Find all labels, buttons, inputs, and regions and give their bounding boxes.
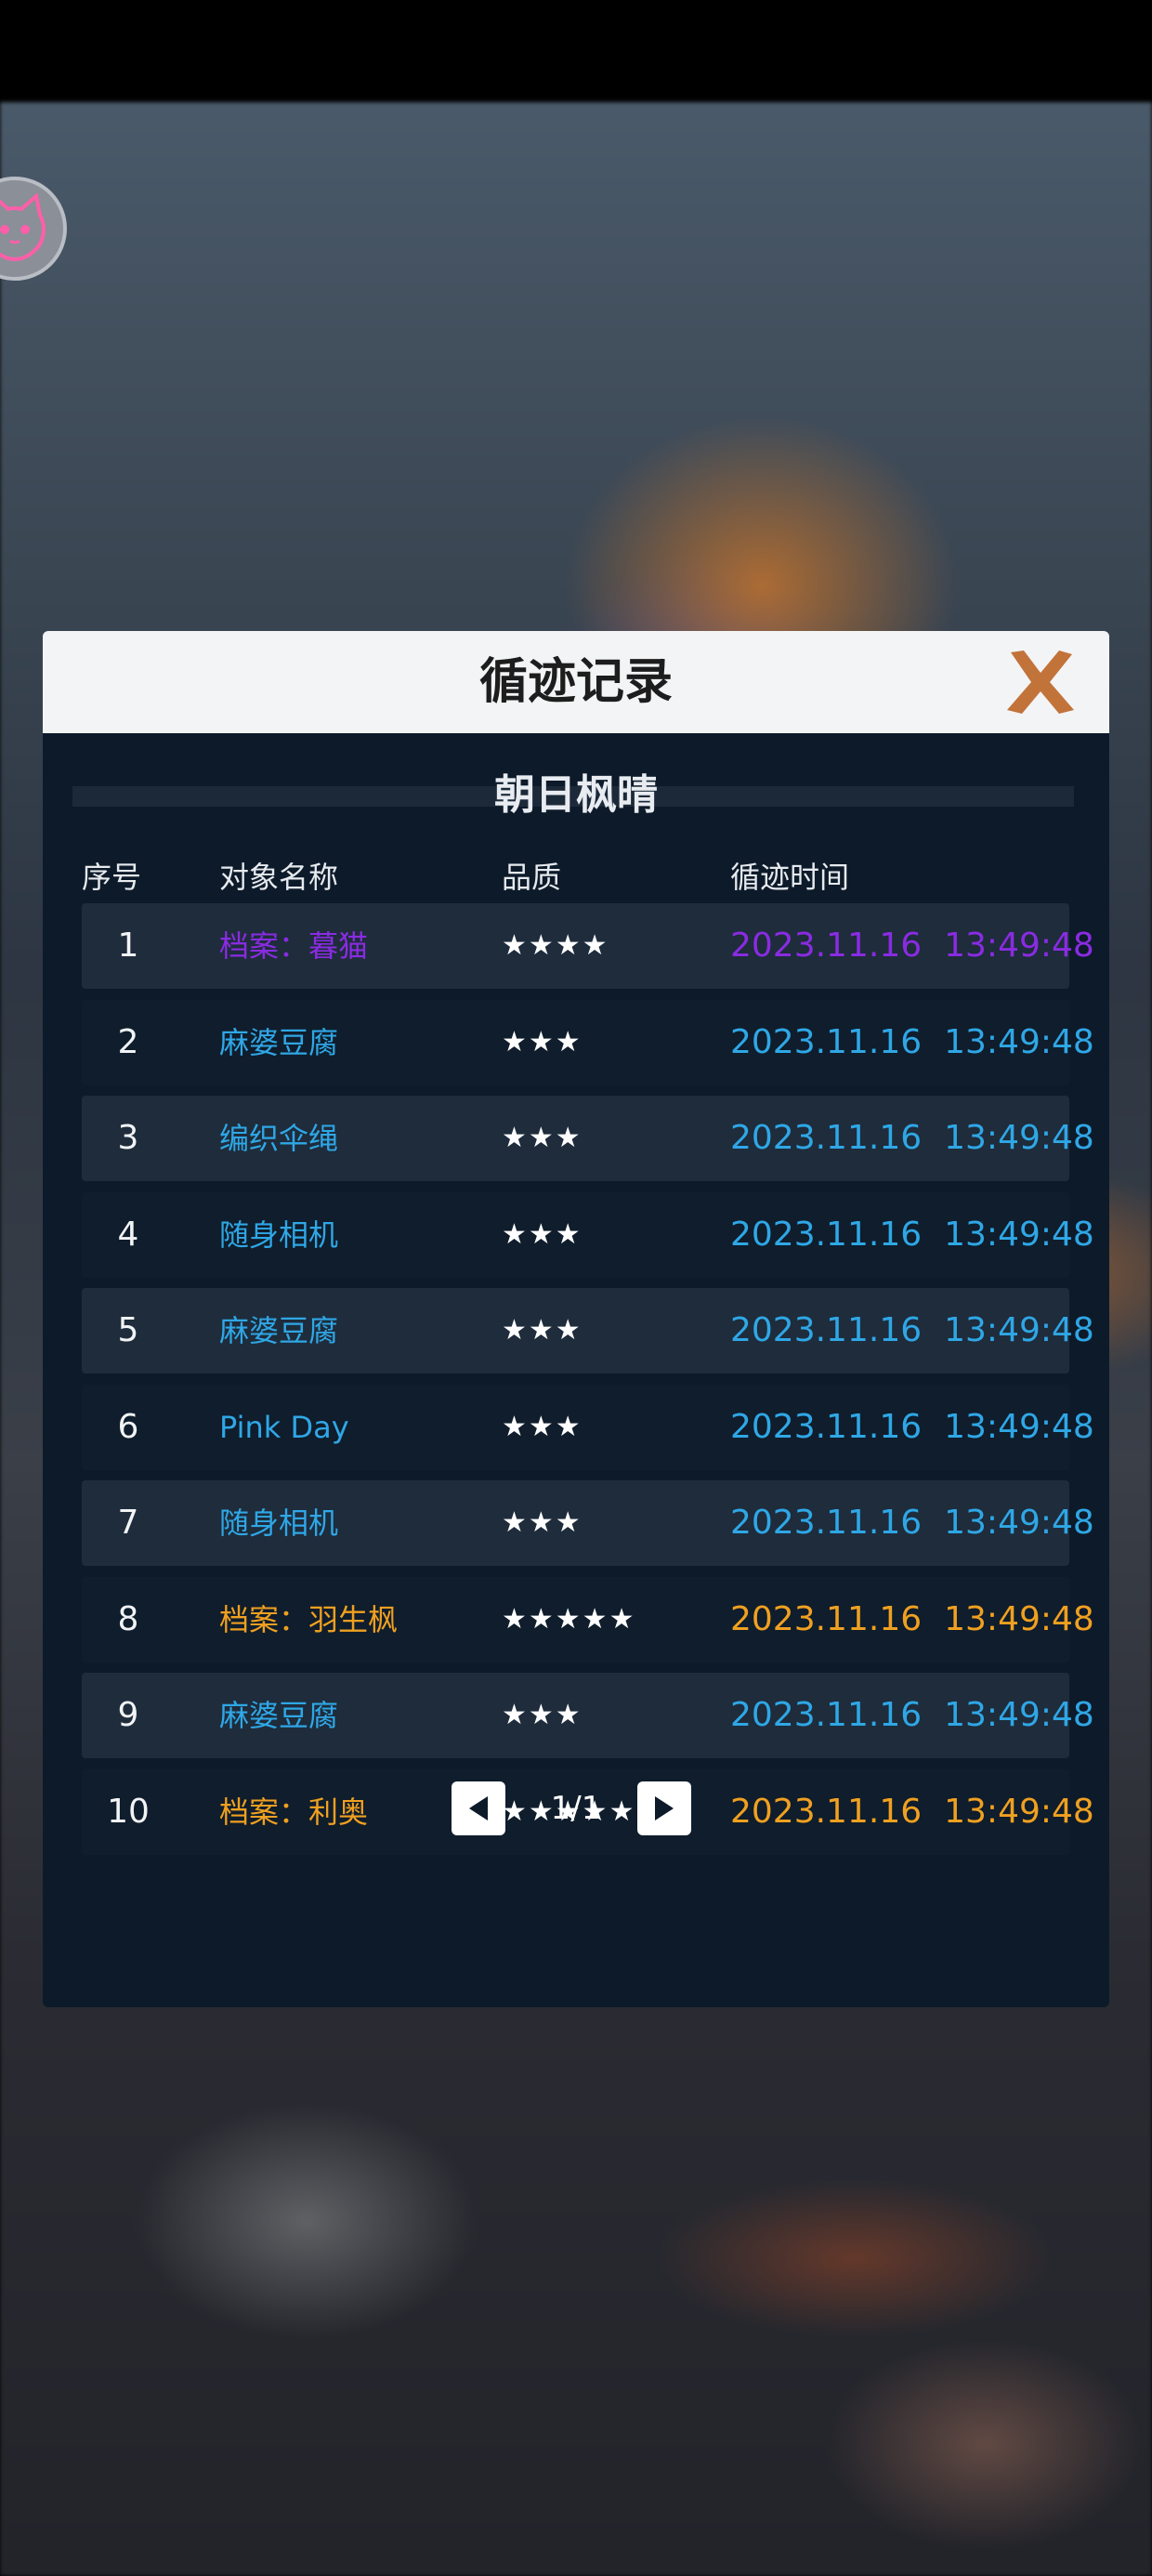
table-row[interactable]: 4 随身相机 ★★★ 2023.11.16 13:49:48 (82, 1192, 1094, 1278)
row-timestamp: 2023.11.16 13:49:48 (730, 1192, 1094, 1278)
row-date: 2023.11.16 (730, 1023, 923, 1061)
row-date: 2023.11.16 (730, 1600, 923, 1638)
row-item-name: 麻婆豆腐 (219, 1698, 339, 1733)
table-row[interactable]: 6 Pink Day ★★★ 2023.11.16 13:49:48 (82, 1385, 1094, 1470)
triangle-right-icon (655, 1796, 674, 1820)
row-date: 2023.11.16 (730, 1408, 923, 1446)
cat-face-icon (0, 192, 46, 262)
row-item-name: 档案：暮猫 (219, 928, 369, 964)
status-bar (0, 0, 1152, 102)
close-x-icon (1007, 651, 1074, 714)
row-quality-stars: ★★★ (502, 1411, 583, 1443)
row-time: 13:49:48 (944, 1408, 1094, 1446)
table-row[interactable]: 1 档案：暮猫 ★★★★ 2023.11.16 13:49:48 (82, 903, 1094, 989)
row-item-name: 随身相机 (219, 1217, 339, 1253)
row-timestamp: 2023.11.16 13:49:48 (730, 1096, 1094, 1181)
column-header-name: 对象名称 (219, 860, 339, 895)
row-time: 13:49:48 (944, 1216, 1094, 1254)
row-index: 3 (117, 1119, 139, 1157)
row-quality-stars: ★★★ (502, 1026, 583, 1058)
row-timestamp: 2023.11.16 13:49:48 (730, 1577, 1094, 1663)
row-index: 9 (117, 1696, 139, 1734)
row-date: 2023.11.16 (730, 1216, 923, 1254)
row-date: 2023.11.16 (730, 927, 923, 965)
row-index: 7 (117, 1504, 139, 1542)
column-header-quality: 品质 (502, 860, 562, 895)
prev-page-button[interactable] (452, 1781, 505, 1835)
row-item-name: 麻婆豆腐 (219, 1025, 339, 1060)
dialog-subtitle: 朝日枫晴 (494, 771, 658, 819)
row-time: 13:49:48 (944, 927, 1094, 965)
row-item-name: 编织伞绳 (219, 1121, 339, 1156)
row-time: 13:49:48 (944, 1311, 1094, 1349)
table-row[interactable]: 8 档案：羽生枫 ★★★★★ 2023.11.16 13:49:48 (82, 1577, 1094, 1663)
trace-record-dialog: 循迹记录 朝日枫晴 序号 对象名称 品质 循迹时间 1 档案：暮猫 ★★★★ 2023… (43, 631, 1109, 2007)
triangle-left-icon (469, 1796, 488, 1820)
row-time: 13:49:48 (944, 1504, 1094, 1542)
table-row[interactable]: 5 麻婆豆腐 ★★★ 2023.11.16 13:49:48 (82, 1288, 1094, 1373)
row-date: 2023.11.16 (730, 1696, 923, 1734)
row-index: 6 (117, 1408, 139, 1446)
row-item-name: 麻婆豆腐 (219, 1313, 339, 1348)
dialog-body: 朝日枫晴 序号 对象名称 品质 循迹时间 1 档案：暮猫 ★★★★ 2023.11.1… (43, 733, 1109, 2007)
row-timestamp: 2023.11.16 13:49:48 (730, 903, 1094, 989)
row-index: 2 (117, 1023, 139, 1061)
row-time: 13:49:48 (944, 1119, 1094, 1157)
close-button[interactable] (1000, 644, 1081, 720)
table-row[interactable]: 7 随身相机 ★★★ 2023.11.16 13:49:48 (82, 1480, 1094, 1566)
row-index: 4 (117, 1216, 139, 1254)
row-index: 5 (117, 1311, 139, 1349)
row-quality-stars: ★★★ (502, 1506, 583, 1539)
row-time: 13:49:48 (944, 1023, 1094, 1061)
table-row[interactable]: 2 麻婆豆腐 ★★★ 2023.11.16 13:49:48 (82, 1000, 1094, 1085)
row-index: 8 (117, 1600, 139, 1638)
pagination: 1/1 (43, 1781, 1109, 1837)
row-item-name: 档案：羽生枫 (219, 1602, 399, 1637)
row-time: 13:49:48 (944, 1696, 1094, 1734)
row-date: 2023.11.16 (730, 1504, 923, 1542)
row-quality-stars: ★★★ (502, 1122, 583, 1154)
row-item-name: Pink Day (219, 1410, 349, 1445)
dialog-header: 循迹记录 (43, 631, 1109, 733)
column-header-time: 循迹时间 (730, 860, 850, 895)
column-header-index: 序号 (82, 860, 142, 895)
row-timestamp: 2023.11.16 13:49:48 (730, 1673, 1094, 1758)
page-indicator: 1/1 (550, 1790, 602, 1827)
row-quality-stars: ★★★ (502, 1218, 583, 1251)
row-timestamp: 2023.11.16 13:49:48 (730, 1288, 1094, 1373)
next-page-button[interactable] (637, 1781, 691, 1835)
row-quality-stars: ★★★★ (502, 929, 609, 962)
table-row[interactable]: 9 麻婆豆腐 ★★★ 2023.11.16 13:49:48 (82, 1673, 1094, 1758)
row-quality-stars: ★★★★★ (502, 1603, 636, 1636)
row-quality-stars: ★★★ (502, 1314, 583, 1347)
row-index: 1 (117, 927, 139, 965)
row-timestamp: 2023.11.16 13:49:48 (730, 1385, 1094, 1470)
row-timestamp: 2023.11.16 13:49:48 (730, 1000, 1094, 1085)
dialog-title: 循迹记录 (478, 654, 673, 710)
table-row[interactable]: 3 编织伞绳 ★★★ 2023.11.16 13:49:48 (82, 1096, 1094, 1181)
row-quality-stars: ★★★ (502, 1699, 583, 1731)
row-time: 13:49:48 (944, 1600, 1094, 1638)
row-timestamp: 2023.11.16 13:49:48 (730, 1480, 1094, 1566)
row-item-name: 随身相机 (219, 1505, 339, 1541)
row-date: 2023.11.16 (730, 1119, 923, 1157)
row-date: 2023.11.16 (730, 1311, 923, 1349)
